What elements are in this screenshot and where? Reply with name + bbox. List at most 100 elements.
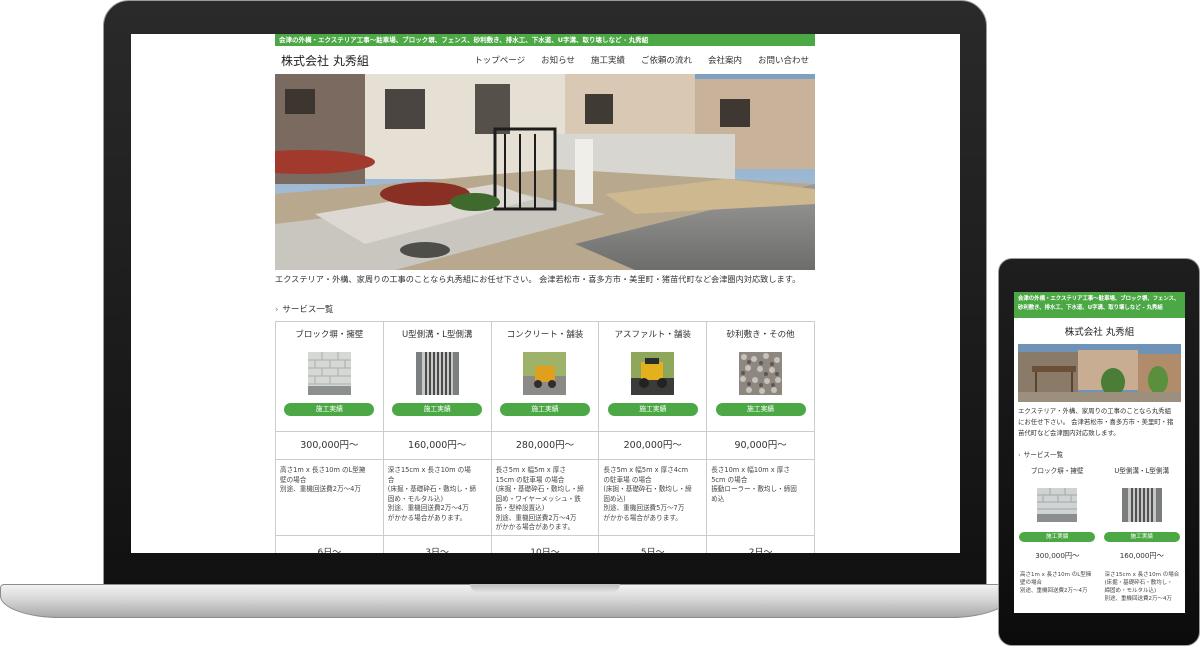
mobile-services-grid: ブロック塀・擁壁 施工実績 300,000円～ 高さ1m x 長さ10m のL型…: [1014, 459, 1185, 603]
service-name: U型側溝・L型側溝: [401, 330, 473, 340]
mobile-intro-line: エクステリア・外構、家周りの工事のことなら丸秀組: [1018, 407, 1171, 415]
service-card-concrete: コンクリート・舗装 施工実績: [491, 322, 600, 432]
mobile-services-title: › サービス一覧: [1018, 449, 1181, 459]
service-name: コンクリート・舗装: [506, 330, 584, 340]
desc-line: 固め込): [603, 494, 626, 503]
service-price: 300,000円～: [1035, 551, 1080, 560]
works-button[interactable]: 施工実績: [715, 403, 806, 416]
site-header: 株式会社 丸秀組 トップページ お知らせ 施工実績 ご依頼の流れ 会社案内 お問…: [275, 46, 815, 74]
u-gutter-icon: [415, 352, 459, 395]
nav-contact[interactable]: お問い合わせ: [758, 54, 809, 66]
asphalt-roller-icon: [631, 352, 675, 395]
chevron-right-icon: ›: [1018, 451, 1021, 459]
service-card-block: ブロック塀・擁壁 施工実績: [276, 322, 384, 432]
service-price: 300,000円～: [276, 432, 384, 460]
mobile-intro-line: にお任せ下さい。 会津若松市・喜多方市・美里町・猪: [1018, 418, 1174, 426]
chevron-right-icon: ›: [275, 305, 279, 315]
block-wall-icon: [307, 352, 351, 395]
mobile-hero-image: [1018, 344, 1181, 402]
service-desc: 長さ10m x 幅10m x 厚さ 5cm の場合 振動ローラー・敷均し・締固 …: [707, 460, 815, 536]
desc-line: 固め・モルタル込): [387, 494, 444, 503]
desktop-site: 会津の外構・エクステリア工事～駐車場、ブロック塀、フェンス、砂利敷き、排水工、下…: [275, 34, 815, 553]
mobile-topbar-line: 会津の外構・エクステリア工事～駐車場、ブロック塀、フェンス、: [1018, 296, 1180, 302]
service-name: 砂利敷き・その他: [726, 330, 795, 340]
mobile-intro-line: 苗代町など会津圏内対応致します。: [1018, 429, 1120, 437]
desc-line: 別途、重機回送費2万～4万: [1020, 588, 1088, 594]
desc-line: 高さ1m x 長さ10m のL型擁: [280, 466, 366, 474]
service-name: アスファルト・舗装: [614, 330, 692, 340]
service-name: U型側溝・L型側溝: [1114, 467, 1170, 475]
desc-line: 長さ10m x 幅10m x 厚さ: [711, 466, 790, 474]
service-price: 200,000円～: [599, 432, 708, 460]
desc-line: 締固め・モルタル込): [1104, 588, 1157, 594]
laptop-screen: 会津の外構・エクステリア工事～駐車場、ブロック塀、フェンス、砂利敷き、排水工、下…: [131, 34, 960, 553]
main-nav: トップページ お知らせ 施工実績 ご依頼の流れ 会社案内 お問い合わせ: [474, 54, 809, 66]
works-button[interactable]: 施工実績: [499, 403, 590, 416]
desc-line: 壁の場合: [280, 475, 307, 484]
phone-screen: 会津の外構・エクステリア工事～駐車場、ブロック塀、フェンス、 砂利敷き、排水工、…: [1014, 292, 1185, 613]
desc-line: (床掘・基礎砕石・敷均し・: [1104, 580, 1173, 586]
block-wall-icon: [1037, 488, 1078, 522]
desc-line: がかかる場合があります。: [603, 513, 682, 522]
service-days: 3日～: [384, 536, 492, 553]
service-desc: 長さ5m x 幅5m x 厚さ4cm の駐車場 の場合 (床掘・基礎砕石・敷均し…: [599, 460, 708, 536]
mobile-service-card: U型側溝・L型側溝 施工実績 160,000円～ 深さ15cm x 長さ10m …: [1103, 465, 1182, 603]
desc-line: の駐車場 の場合: [603, 475, 652, 484]
services-table: ブロック塀・擁壁 施工実績 U型側溝・L型側溝 施工実績 コンクリート・舗装 施…: [275, 321, 815, 553]
service-card-asphalt: アスファルト・舗装 施工実績: [599, 322, 708, 432]
service-desc: 高さ1m x 長さ10m のL型擁 壁の場合 別途、重機回送費2万～4万: [276, 460, 384, 536]
desc-line: 深さ15cm x 長さ10m の場合: [1104, 572, 1180, 578]
site-logo[interactable]: 株式会社 丸秀組: [281, 52, 369, 69]
desc-line: 長さ5m x 幅5m x 厚さ: [495, 466, 566, 474]
service-card-gravel: 砂利敷き・その他 施工実績: [707, 322, 815, 432]
service-days: 2日～: [707, 536, 815, 553]
laptop-notch: [470, 584, 620, 592]
desc-line: (床掘・基礎砕石・敷均し・締: [387, 485, 477, 493]
nav-works[interactable]: 施工実績: [591, 54, 625, 66]
desc-line: 壁の場合: [1020, 580, 1043, 586]
concrete-paving-icon: [523, 352, 567, 395]
desc-line: 別途、重機回送費2万～4万: [387, 504, 469, 512]
service-price: 280,000円～: [491, 432, 600, 460]
desc-line: 筋・型枠設置込): [495, 504, 545, 512]
desc-line: (床掘・基礎砕石・敷均し・締: [603, 485, 692, 493]
gravel-icon: [739, 352, 783, 395]
desc-line: 15cm の駐車場 の場合: [495, 475, 565, 484]
service-name: ブロック塀・擁壁: [1030, 467, 1084, 475]
mobile-logo[interactable]: 株式会社 丸秀組: [1014, 324, 1185, 338]
works-button[interactable]: 施工実績: [392, 403, 483, 416]
service-card-gutter: U型側溝・L型側溝 施工実績: [383, 322, 492, 432]
nav-top[interactable]: トップページ: [474, 54, 525, 66]
nav-news[interactable]: お知らせ: [541, 54, 575, 66]
service-name: ブロック塀・擁壁: [295, 330, 364, 340]
works-button[interactable]: 施工実績: [1103, 532, 1180, 542]
desc-line: 長さ5m x 幅5m x 厚さ4cm: [603, 466, 689, 474]
desc-line: 合: [387, 475, 395, 484]
service-desc: 深さ15cm x 長さ10m の場 合 (床掘・基礎砕石・敷均し・締 固め・モル…: [383, 460, 492, 536]
site-topbar: 会津の外構・エクステリア工事～駐車場、ブロック塀、フェンス、砂利敷き、排水工、下…: [275, 34, 815, 46]
service-days: 6日～: [276, 536, 384, 553]
mobile-topbar: 会津の外構・エクステリア工事～駐車場、ブロック塀、フェンス、 砂利敷き、排水工、…: [1014, 292, 1185, 318]
works-button[interactable]: 施工実績: [607, 403, 698, 416]
mobile-service-card: ブロック塀・擁壁 施工実績 300,000円～ 高さ1m x 長さ10m のL型…: [1018, 465, 1097, 603]
hero-image: [275, 74, 815, 270]
nav-flow[interactable]: ご依頼の流れ: [641, 54, 692, 66]
service-price: 160,000円～: [383, 432, 492, 460]
service-days: 5日～: [599, 536, 708, 553]
desc-line: 深さ15cm x 長さ10m の場: [387, 466, 471, 474]
mobile-services-title-text: サービス一覧: [1023, 451, 1064, 459]
desc-line: 別途、重機回送費2万～4万: [1104, 596, 1173, 602]
works-button[interactable]: 施工実績: [1019, 532, 1096, 542]
mobile-topbar-line: 砂利敷き、排水工、下水道、U字溝、取り壊しなど - 丸秀組: [1018, 305, 1163, 311]
desc-line: 別途、重機回送費5万～7万: [603, 504, 685, 512]
service-desc: 高さ1m x 長さ10m のL型擁 壁の場合 別途、重機回送費2万～4万: [1018, 571, 1091, 595]
works-button[interactable]: 施工実績: [284, 403, 375, 416]
service-price: 160,000円～: [1119, 551, 1164, 560]
desc-line: がかかる場合があります。: [495, 523, 575, 531]
u-gutter-icon: [1121, 488, 1162, 522]
service-desc: 深さ15cm x 長さ10m の場合 (床掘・基礎砕石・敷均し・ 締固め・モルタ…: [1103, 571, 1180, 603]
nav-company[interactable]: 会社案内: [708, 54, 742, 66]
desc-line: がかかる場合があります。: [387, 513, 467, 522]
intro-text: エクステリア・外構、家周りの工事のことなら丸秀組にお任せ下さい。 会津若松市・喜…: [275, 274, 801, 284]
desc-line: 高さ1m x 長さ10m のL型擁: [1020, 572, 1092, 578]
